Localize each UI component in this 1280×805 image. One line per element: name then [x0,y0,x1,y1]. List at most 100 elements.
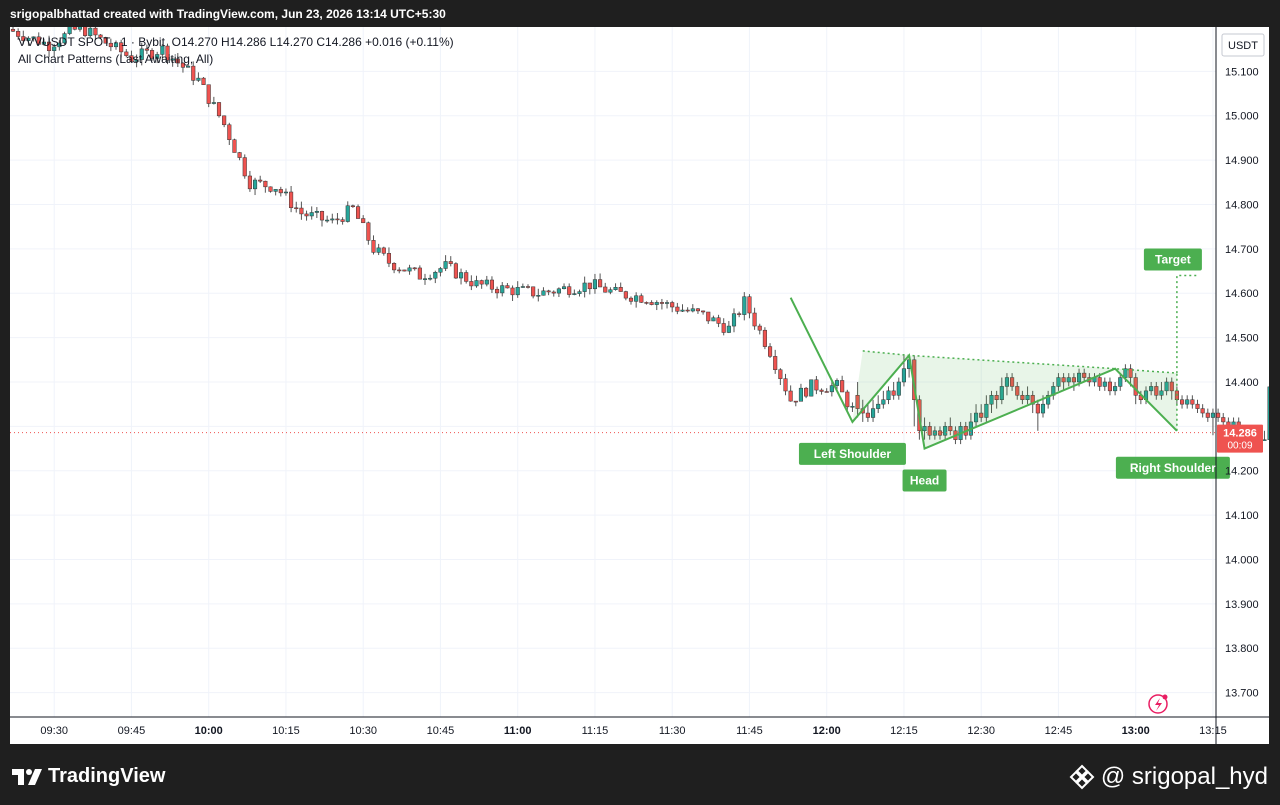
candle [263,180,268,193]
candle [211,96,216,105]
candle-body [670,302,675,308]
target-line [1176,274,1198,374]
watermark-header: srigopalbhattad created with TradingView… [0,0,1280,26]
candle [386,247,391,268]
candle-body [371,240,376,253]
candle-body [191,65,196,81]
ohlc-values: O14.270 H14.286 L14.270 C14.286 +0.016 (… [171,35,454,49]
candle [891,381,896,400]
candle-body [742,296,747,315]
candle-body [572,293,577,295]
chart-frame[interactable]: Left Shoulder Head Right Shoulder Target US… [10,27,1269,744]
candle-body [1113,386,1118,392]
candle-body [773,356,778,370]
candle-body [850,406,855,408]
candle-body [211,102,216,104]
candle [392,262,397,274]
symbol-legend[interactable]: VVVUSDT SPOT · 1 · Bybit O14.270 H14.286… [18,35,454,49]
candle-body [608,289,613,293]
candle [628,296,634,305]
candle [489,276,494,293]
price-tick: 14.600 [1225,288,1259,300]
pattern-overlay: Left Shoulder Head Right Shoulder Target [789,248,1230,714]
candle-body [644,302,649,304]
candle [196,72,201,82]
candle-body [314,211,319,213]
candle [1210,408,1216,436]
candle [788,385,793,402]
candle [840,375,845,393]
candle [793,400,798,407]
candle-body [618,287,623,292]
candle-body [587,282,592,290]
candle-body [489,279,494,290]
candle [417,265,422,280]
candle [520,283,525,288]
candle [1205,408,1210,422]
header-text: srigopalbhattad created with TradingView… [10,7,446,21]
candle-body [144,48,149,51]
price-tick: 14.000 [1225,554,1259,566]
candle-body [757,325,762,331]
candle-body [623,291,628,299]
candle-body [649,302,654,305]
time-tick: 10:30 [349,725,377,737]
candle-body [216,102,222,117]
candle-body [67,27,72,34]
candle [701,310,706,315]
candle-body [294,207,299,210]
candle [201,76,206,85]
candle [1262,430,1267,441]
price-tick: 15.100 [1225,66,1259,78]
candle-body [721,323,726,333]
axes: USDT 15.100 15.000 14.900 14.800 14.700 14.600… [10,27,1269,744]
candle-body [783,378,788,392]
candle-body [237,152,242,158]
author-handle: @ srigopal_hyd [1069,763,1268,791]
candle [731,308,737,333]
candle-body [330,218,335,221]
candle-body [227,124,232,140]
notification-dot [1162,694,1168,700]
candle [222,115,227,128]
candle [659,298,664,310]
candle-body [392,263,397,271]
candle-body [222,115,227,126]
candle-body [654,302,659,305]
candle-body [520,286,525,288]
candle [216,102,222,118]
candle-body [268,186,273,192]
candle-body [1195,403,1200,409]
candle [783,373,788,396]
price-tick: 14.900 [1225,155,1259,167]
candle [515,281,520,298]
candle-body [1185,399,1190,405]
candle [824,388,829,393]
candle-body [510,287,515,296]
candle-body [361,218,366,224]
candle-body [1035,403,1040,414]
indicator-legend[interactable]: All Chart Patterns (Last Awaiting, All) [18,52,213,66]
candle [294,201,299,213]
candle-body [309,212,314,217]
lightning-bolt [1155,698,1162,711]
last-price-countdown: 00:09 [1227,441,1252,452]
price-chart[interactable]: Left Shoulder Head Right Shoulder Target US… [10,27,1269,744]
symbol-label[interactable]: VVVUSDT SPOT · 1 · Bybit [18,35,165,49]
candle [881,390,886,409]
candle-body [443,261,448,269]
candle [443,255,448,272]
candle-body [659,302,664,304]
candle-body [386,253,391,264]
candle [896,377,901,400]
candle [531,286,536,299]
candle-body [582,282,587,292]
candle-body [628,297,634,302]
candle [623,290,628,301]
price-tick: 13.800 [1225,643,1259,655]
candle [706,311,711,324]
candle-body [253,179,258,190]
candle-body [412,267,417,270]
candle-body [428,277,433,280]
footer: TradingView @ srigopal_hyd [0,745,1280,805]
